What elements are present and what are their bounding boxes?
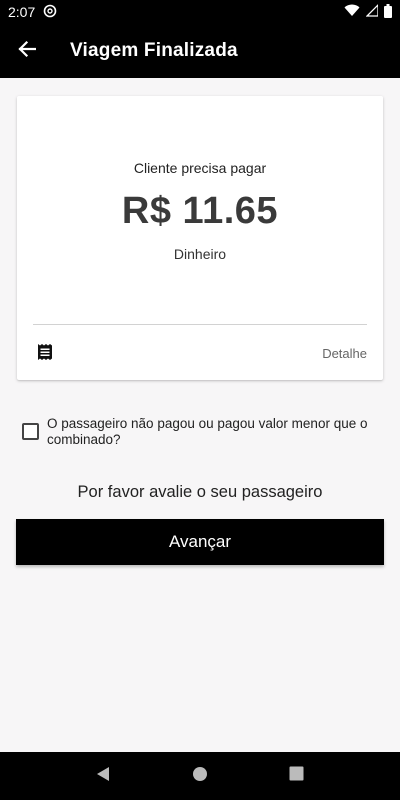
receipt-icon[interactable] <box>36 343 54 361</box>
circle-home-icon <box>192 766 208 787</box>
underpaid-checkbox-row[interactable]: O passageiro não pagou ou pagou valor me… <box>22 416 382 448</box>
status-bar: 2:07 <box>0 0 400 24</box>
battery-icon <box>384 3 392 21</box>
nav-home-button[interactable] <box>180 756 220 796</box>
payment-label: Cliente precisa pagar <box>133 160 267 176</box>
payment-amount: R$ 11.65 <box>121 190 279 232</box>
square-recents-icon <box>289 766 304 786</box>
back-button[interactable] <box>0 24 54 78</box>
arrow-left-icon <box>18 40 37 63</box>
underpaid-checkbox[interactable] <box>22 423 39 440</box>
rate-passenger-prompt: Por favor avalie o seu passageiro <box>77 483 323 501</box>
status-time: 2:07 <box>8 4 36 20</box>
app-bar: Viagem Finalizada <box>0 24 400 78</box>
detail-link[interactable]: Detalhe <box>322 346 367 361</box>
signal-icon <box>365 3 379 20</box>
wifi-icon <box>344 4 360 20</box>
advance-button[interactable]: Avançar <box>16 519 384 565</box>
page-title: Viagem Finalizada <box>70 40 238 61</box>
nav-back-button[interactable] <box>83 756 123 796</box>
underpaid-label: O passageiro não pagou ou pagou valor me… <box>47 416 368 447</box>
payment-card: Cliente precisa pagar R$ 11.65 Dinheiro … <box>17 96 383 380</box>
nav-recents-button[interactable] <box>277 756 317 796</box>
at-sign-icon <box>43 4 57 21</box>
system-nav-bar <box>0 752 400 800</box>
card-divider <box>33 324 367 325</box>
triangle-back-icon <box>95 766 111 787</box>
payment-method: Dinheiro <box>173 246 227 262</box>
